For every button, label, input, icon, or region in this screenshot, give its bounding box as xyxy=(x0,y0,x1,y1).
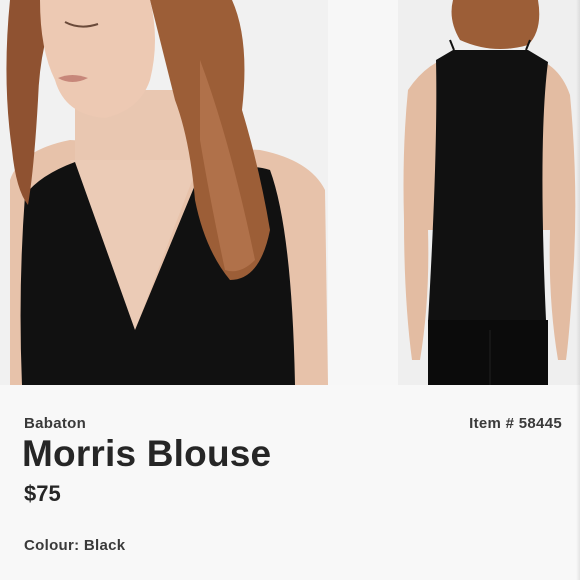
product-info-panel: Babaton Item # 58445 Morris Blouse $75 C… xyxy=(0,385,580,580)
product-title: Morris Blouse xyxy=(22,433,272,474)
model-front-photo xyxy=(0,0,328,385)
product-card: Babaton Item # 58445 Morris Blouse $75 C… xyxy=(0,0,580,580)
edge-shadow xyxy=(576,0,580,580)
brand-label[interactable]: Babaton xyxy=(24,415,86,432)
product-price: $75 xyxy=(24,481,61,506)
front-view-photo[interactable] xyxy=(0,0,328,385)
product-photo-row xyxy=(0,0,580,385)
item-number: Item # 58445 xyxy=(469,415,562,432)
model-back-photo xyxy=(398,0,580,385)
colour-label: Colour: Black xyxy=(24,537,126,554)
back-view-photo[interactable] xyxy=(398,0,580,385)
